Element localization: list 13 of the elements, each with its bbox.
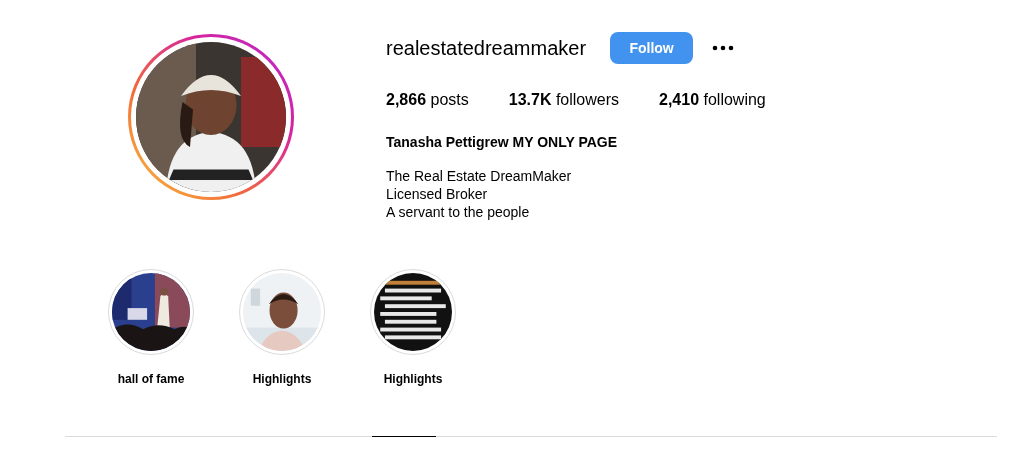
- highlight-label[interactable]: Highlights: [383, 370, 443, 388]
- highlight-label[interactable]: hall of fame: [117, 370, 185, 388]
- active-tab-indicator: [372, 436, 436, 437]
- full-name: Tanasha Pettigrew MY ONLY PAGE: [386, 133, 619, 152]
- bio-line: Licensed Broker: [386, 185, 489, 203]
- profile-stat[interactable]: 13.7K followers: [508, 88, 619, 112]
- highlight-label[interactable]: Highlights: [252, 370, 312, 388]
- bio-line: The Real Estate DreamMaker: [386, 167, 573, 185]
- profile-stat[interactable]: 2,866 posts: [386, 88, 469, 112]
- profile-stat[interactable]: 2,410 following: [659, 88, 766, 112]
- bio-line: A servant to the people: [386, 203, 531, 221]
- username: realestatedreammaker: [386, 36, 587, 60]
- more-options-icon[interactable]: [712, 45, 735, 51]
